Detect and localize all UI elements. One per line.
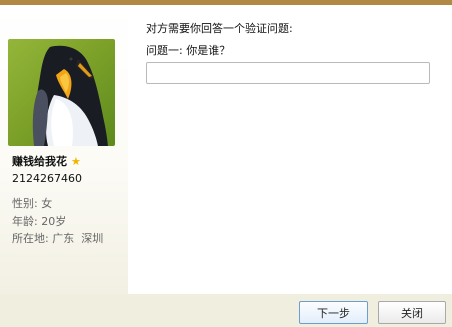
verification-prompt: 对方需要你回答一个验证问题: (146, 22, 293, 35)
qq-number: 2124267460 (12, 172, 82, 185)
age-info: 年龄: 20岁 (12, 215, 67, 228)
question-label: 问题一: 你是谁？ (146, 44, 231, 57)
gender-info: 性别: 女 (12, 197, 53, 210)
next-step-button[interactable]: 下一步 (299, 301, 368, 324)
star-icon: ★ (71, 154, 81, 168)
penguin-avatar-image (32, 45, 108, 146)
location-info: 所在地: 广东 深圳 (12, 232, 104, 245)
answer-input[interactable] (146, 62, 430, 84)
nickname-row: 赚钱给我花 ★ (12, 153, 81, 169)
close-button[interactable]: 关闭 (378, 301, 446, 324)
avatar (8, 39, 115, 146)
nickname: 赚钱给我花 (12, 155, 67, 168)
